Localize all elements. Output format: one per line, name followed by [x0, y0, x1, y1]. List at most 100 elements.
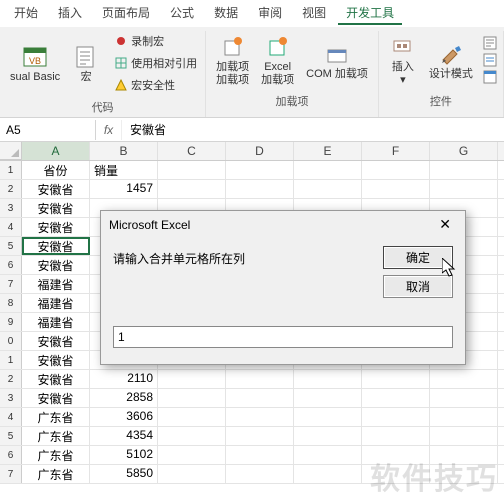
ribbon-tab[interactable]: 页面布局 — [94, 2, 158, 25]
cell[interactable] — [158, 446, 226, 464]
name-box[interactable]: A5 — [0, 120, 96, 140]
cell[interactable]: 安徽省 — [22, 180, 90, 198]
cell[interactable] — [362, 389, 430, 407]
cell[interactable] — [362, 465, 430, 483]
excel-addins-button[interactable]: Excel加载项 — [257, 31, 298, 89]
row-header[interactable]: 3 — [0, 389, 22, 407]
cell[interactable] — [226, 465, 294, 483]
cell[interactable] — [430, 427, 498, 445]
cell[interactable] — [362, 161, 430, 179]
run-dialog-icon[interactable] — [483, 70, 497, 84]
cell[interactable] — [294, 465, 362, 483]
row-header[interactable]: 2 — [0, 180, 22, 198]
cell[interactable] — [294, 389, 362, 407]
cell[interactable]: 安徽省 — [22, 237, 90, 255]
cell[interactable] — [226, 408, 294, 426]
cell[interactable]: 安徽省 — [22, 351, 90, 369]
ribbon-tab[interactable]: 审阅 — [250, 2, 290, 25]
cell[interactable] — [294, 161, 362, 179]
formula-value[interactable]: 安徽省 — [122, 118, 174, 141]
cancel-button[interactable]: 取消 — [383, 275, 453, 298]
cell[interactable] — [362, 370, 430, 388]
select-all-triangle[interactable] — [0, 142, 22, 160]
column-header[interactable]: G — [430, 142, 498, 160]
row-header[interactable]: 7 — [0, 465, 22, 483]
cell[interactable] — [158, 465, 226, 483]
cell[interactable]: 1457 — [90, 180, 158, 198]
row-header[interactable]: 4 — [0, 218, 22, 236]
cell[interactable] — [362, 180, 430, 198]
row-header[interactable]: 6 — [0, 446, 22, 464]
dialog-input[interactable] — [113, 326, 453, 348]
cell[interactable] — [362, 408, 430, 426]
column-header[interactable]: F — [362, 142, 430, 160]
column-header[interactable]: B — [90, 142, 158, 160]
ribbon-tab[interactable]: 插入 — [50, 2, 90, 25]
view-code-icon[interactable] — [483, 53, 497, 67]
design-mode-button[interactable]: 设计模式 — [425, 38, 477, 83]
row-header[interactable]: 2 — [0, 370, 22, 388]
row-header[interactable]: 1 — [0, 161, 22, 179]
cell[interactable] — [362, 446, 430, 464]
cell[interactable]: 广东省 — [22, 465, 90, 483]
cell[interactable]: 福建省 — [22, 313, 90, 331]
cell[interactable]: 5850 — [90, 465, 158, 483]
cell[interactable]: 安徽省 — [22, 370, 90, 388]
cell[interactable] — [294, 408, 362, 426]
ribbon-tab[interactable]: 公式 — [162, 2, 202, 25]
row-header[interactable]: 7 — [0, 275, 22, 293]
cell[interactable]: 3606 — [90, 408, 158, 426]
cell[interactable]: 安徽省 — [22, 256, 90, 274]
macro-security-button[interactable]: 宏安全性 — [112, 75, 199, 95]
visual-basic-button[interactable]: VB sual Basic — [6, 41, 64, 86]
cell[interactable] — [158, 408, 226, 426]
com-addins-button[interactable]: COM 加载项 — [302, 38, 372, 83]
cell[interactable] — [430, 389, 498, 407]
column-header[interactable]: E — [294, 142, 362, 160]
ribbon-tab[interactable]: 开始 — [6, 2, 46, 25]
cell[interactable] — [362, 427, 430, 445]
cell[interactable] — [294, 180, 362, 198]
row-header[interactable]: 9 — [0, 313, 22, 331]
cell[interactable] — [226, 446, 294, 464]
cell[interactable]: 广东省 — [22, 408, 90, 426]
ribbon-tab[interactable]: 视图 — [294, 2, 334, 25]
column-header[interactable]: C — [158, 142, 226, 160]
macro-button[interactable]: 宏 — [68, 41, 104, 86]
cell[interactable] — [430, 161, 498, 179]
cell[interactable] — [158, 180, 226, 198]
addins-button[interactable]: 加载项加载项 — [212, 31, 253, 89]
cell[interactable] — [226, 427, 294, 445]
cell[interactable]: 2110 — [90, 370, 158, 388]
record-macro-button[interactable]: 录制宏 — [112, 31, 199, 51]
cell[interactable] — [226, 389, 294, 407]
ok-button[interactable]: 确定 — [383, 246, 453, 269]
cell[interactable] — [430, 465, 498, 483]
cell[interactable] — [430, 408, 498, 426]
cell[interactable] — [226, 161, 294, 179]
cell[interactable] — [158, 389, 226, 407]
ribbon-tab[interactable]: 数据 — [206, 2, 246, 25]
row-header[interactable]: 4 — [0, 408, 22, 426]
properties-icon[interactable] — [483, 36, 497, 50]
relative-ref-button[interactable]: 使用相对引用 — [112, 53, 199, 73]
cell[interactable] — [294, 370, 362, 388]
cell[interactable] — [226, 180, 294, 198]
cell[interactable] — [226, 370, 294, 388]
cell[interactable] — [294, 446, 362, 464]
row-header[interactable]: 8 — [0, 294, 22, 312]
cell[interactable]: 安徽省 — [22, 218, 90, 236]
close-icon[interactable]: ✕ — [433, 216, 457, 233]
cell[interactable]: 4354 — [90, 427, 158, 445]
cell[interactable] — [158, 427, 226, 445]
row-header[interactable]: 5 — [0, 427, 22, 445]
cell[interactable]: 2858 — [90, 389, 158, 407]
cell[interactable] — [430, 180, 498, 198]
row-header[interactable]: 0 — [0, 332, 22, 350]
row-header[interactable]: 6 — [0, 256, 22, 274]
fx-button[interactable]: fx — [96, 120, 122, 140]
column-header[interactable]: D — [226, 142, 294, 160]
column-header[interactable]: A — [22, 142, 90, 160]
cell[interactable]: 安徽省 — [22, 199, 90, 217]
cell[interactable] — [158, 370, 226, 388]
